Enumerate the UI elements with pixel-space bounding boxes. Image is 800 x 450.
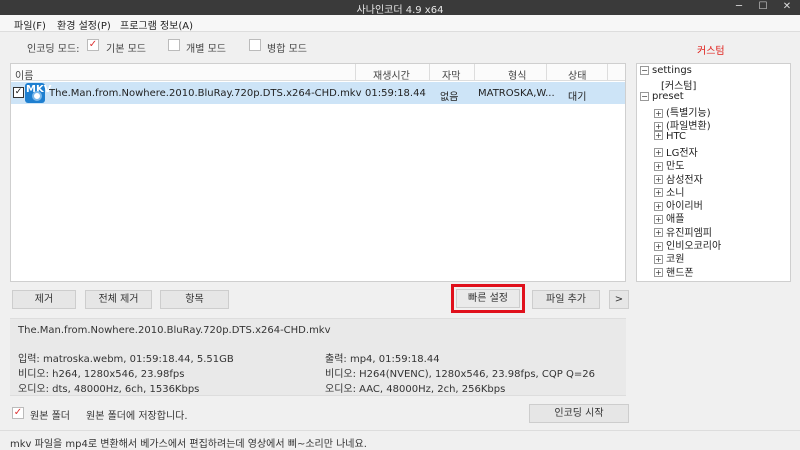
info-filename: The.Man.from.Nowhere.2010.BluRay.720p.DT…: [18, 325, 331, 336]
custom-link[interactable]: 커스텀: [697, 42, 725, 57]
status-bar: mkv 파일을 mp4로 변환해서 베가스에서 편집하려는데 영상에서 삐~소리…: [0, 430, 800, 450]
title-bar: 사나인코더 4.9 x64 ─ ☐ ✕: [0, 0, 800, 16]
header-status[interactable]: 상태: [568, 67, 586, 82]
close-button[interactable]: ✕: [775, 0, 799, 15]
mixed-mode-checkbox[interactable]: [249, 39, 261, 51]
expand-icon[interactable]: +: [654, 121, 663, 131]
menu-bar: 파일(F) 환경 설정(P) 프로그램 정보(A): [0, 15, 800, 32]
expand-icon[interactable]: +: [654, 175, 663, 184]
header-subtitle[interactable]: 자막: [442, 67, 460, 82]
individual-mode-checkbox[interactable]: [168, 39, 180, 51]
row-duration: 01:59:18.44: [365, 88, 426, 99]
expand-icon[interactable]: +: [654, 214, 663, 224]
remove-all-button[interactable]: 전체 제거: [85, 290, 152, 309]
row-checkbox[interactable]: ✓: [13, 87, 24, 98]
basic-mode-checkbox[interactable]: ✓: [87, 39, 99, 51]
column-divider[interactable]: [429, 64, 430, 81]
individual-mode-label: 개별 모드: [186, 44, 226, 55]
tree-node-label: preset: [652, 91, 684, 102]
info-input: 입력: matroska.webm, 01:59:18.44, 5.51GB: [18, 354, 234, 365]
encoding-mode-bar: 인코딩 모드: ✓ 기본 모드 개별 모드 병합 모드 커스텀: [0, 33, 800, 59]
item-button[interactable]: 항목: [160, 290, 229, 309]
info-audio-out: 오디오: AAC, 48000Hz, 2ch, 256Kbps: [325, 384, 506, 395]
expand-icon[interactable]: +: [654, 108, 663, 118]
expand-icon[interactable]: +: [654, 254, 663, 264]
menu-program-info[interactable]: 프로그램 정보(A): [120, 17, 193, 32]
save-location-note: 원본 폴더에 저장합니다.: [86, 411, 188, 422]
more-button[interactable]: >: [609, 290, 629, 309]
table-row[interactable]: ✓ MKV The.Man.from.Nowhere.2010.BluRay.7…: [11, 82, 625, 104]
tree-node-label: HTC: [666, 130, 687, 142]
expand-icon[interactable]: +: [654, 268, 663, 278]
header-duration[interactable]: 재생시간: [373, 67, 410, 82]
row-format: MATROSKA,W...: [478, 88, 555, 99]
info-audio-in: 오디오: dts, 48000Hz, 6ch, 1536Kbps: [18, 384, 200, 395]
expand-icon[interactable]: +: [654, 241, 663, 251]
file-info-panel: The.Man.from.Nowhere.2010.BluRay.720p.DT…: [10, 318, 626, 396]
info-video-out: 비디오: H264(NVENC), 1280x546, 23.98fps, CQ…: [325, 369, 595, 380]
expand-icon[interactable]: +: [654, 131, 663, 141]
quick-settings-button[interactable]: 빠른 설정: [451, 284, 525, 313]
tree-node-preset-item[interactable]: + 핸드폰: [654, 264, 694, 279]
collapse-icon[interactable]: −: [640, 91, 649, 101]
info-output: 출력: mp4, 01:59:18.44: [325, 354, 440, 365]
header-format[interactable]: 형식: [508, 67, 526, 82]
start-encoding-button[interactable]: 인코딩 시작: [529, 404, 629, 423]
column-divider[interactable]: [546, 64, 547, 81]
preset-tree[interactable]: − settings [커스텀] − preset + (특별기능) + (파일변환) + H…: [636, 63, 791, 282]
tree-node-label: settings: [652, 65, 692, 76]
row-filename: The.Man.from.Nowhere.2010.BluRay.720p.DT…: [49, 88, 362, 99]
encoding-mode-label: 인코딩 모드:: [27, 44, 80, 55]
film-reel-icon: [32, 91, 42, 101]
file-list-header: 이름 재생시간 자막 형식 상태: [11, 64, 625, 82]
tree-node-label: 핸드폰: [666, 267, 694, 279]
mkv-file-icon: MKV: [25, 83, 51, 103]
header-name[interactable]: 이름: [15, 67, 33, 82]
window-title: 사나인코더 4.9 x64: [356, 5, 444, 16]
column-divider[interactable]: [607, 64, 608, 81]
minimize-button[interactable]: ─: [727, 0, 751, 15]
collapse-icon[interactable]: −: [640, 65, 649, 75]
tree-node-preset[interactable]: − preset: [640, 91, 684, 102]
basic-mode-label: 기본 모드: [106, 44, 146, 55]
menu-settings[interactable]: 환경 설정(P): [57, 17, 111, 32]
expand-icon[interactable]: +: [654, 161, 663, 171]
row-subtitle: 없음: [440, 92, 459, 103]
status-text: mkv 파일을 mp4로 변환해서 베가스에서 편집하려는데 영상에서 삐~소리…: [10, 439, 367, 450]
info-video-in: 비디오: h264, 1280x546, 23.98fps: [18, 369, 185, 380]
maximize-button[interactable]: ☐: [751, 0, 775, 15]
mixed-mode-label: 병합 모드: [267, 44, 307, 55]
row-status: 대기: [568, 92, 587, 103]
tree-node-preset-item[interactable]: + HTC: [654, 131, 686, 142]
tree-node-custom[interactable]: [커스텀]: [661, 77, 696, 92]
expand-icon[interactable]: +: [654, 188, 663, 198]
source-folder-label: 원본 폴더: [30, 411, 70, 422]
expand-icon[interactable]: +: [654, 228, 663, 238]
menu-file[interactable]: 파일(F): [14, 17, 46, 32]
expand-icon[interactable]: +: [654, 201, 663, 211]
file-list[interactable]: 이름 재생시간 자막 형식 상태 ✓ MKV The.Man.from.Nowh…: [10, 63, 626, 282]
add-file-button[interactable]: 파일 추가: [532, 290, 600, 309]
column-divider[interactable]: [355, 64, 356, 81]
tree-node-settings[interactable]: − settings: [640, 65, 692, 76]
remove-button[interactable]: 제거: [12, 290, 76, 309]
source-folder-checkbox[interactable]: ✓: [12, 407, 24, 419]
column-divider[interactable]: [474, 64, 475, 81]
expand-icon[interactable]: +: [654, 148, 663, 158]
